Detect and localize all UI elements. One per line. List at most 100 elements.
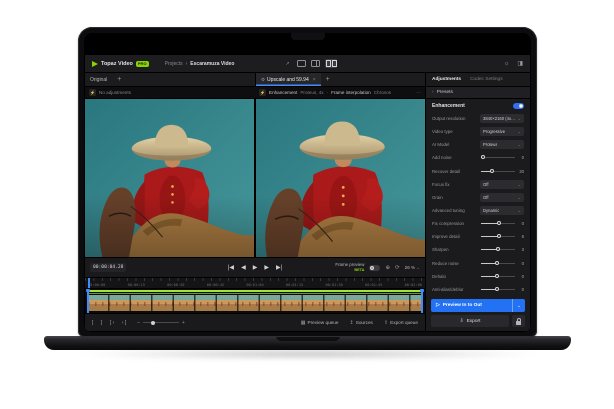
settings-icon[interactable]: ☼ [504, 61, 510, 67]
adjustment-slider[interactable] [481, 276, 515, 277]
panel-footer: ▷ Preview In to Out ⌄ ⇩ Export [426, 296, 530, 331]
zoom-slider-knob[interactable] [151, 321, 155, 325]
adjustment-slider[interactable] [481, 157, 515, 158]
preview-video-pane[interactable] [256, 99, 425, 257]
adjustment-slider[interactable] [481, 236, 515, 237]
adjustment-slider[interactable] [481, 289, 515, 290]
breadcrumb-root[interactable]: Projects [165, 61, 183, 67]
set-in-button[interactable]: [ [91, 320, 94, 326]
adjustment-slider[interactable] [481, 263, 515, 264]
enhancement-toggle[interactable] [513, 103, 524, 109]
presets-section[interactable]: › Presets [426, 87, 530, 99]
zoom-out-icon[interactable]: – [137, 320, 140, 326]
slider-knob[interactable] [490, 169, 494, 173]
loop-icon[interactable]: ⟳ [395, 265, 400, 271]
slider-knob[interactable] [497, 234, 501, 238]
adjustment-select[interactable]: Off ⌄ [480, 193, 524, 202]
slider-knob[interactable] [496, 247, 500, 251]
original-info: ⚡ No adjustments [85, 87, 255, 98]
breadcrumb-current: Escaramuza Video [190, 61, 234, 67]
export-button[interactable]: ⇩ Export [431, 315, 509, 327]
split-view-icon[interactable] [311, 60, 320, 67]
preview-queue-button[interactable]: ▦ Preview queue [301, 320, 339, 326]
next-frame-button[interactable]: ▶ [264, 264, 269, 271]
slider-knob[interactable] [495, 274, 499, 278]
close-tab-icon[interactable]: × [313, 77, 316, 83]
side-by-side-view-icon[interactable] [325, 59, 337, 68]
pan-icon[interactable]: ⊕ [385, 265, 390, 271]
zoom-in-icon[interactable]: + [182, 320, 185, 326]
enhancement-section-label: Enhancement [432, 103, 465, 109]
timeline-ruler[interactable]: 00:00:0000:00:1500:00:3000:00:4500:01:00… [85, 277, 425, 288]
adjustment-row: Video type Progressive ⌄ [432, 125, 524, 138]
in-point-pin[interactable] [87, 289, 89, 313]
play-button[interactable]: ▶ [253, 264, 258, 271]
adjustment-slider[interactable] [481, 223, 515, 224]
adjustment-select[interactable]: Dynamic ⌄ [480, 206, 524, 215]
adjustment-row: Dehalo ⌄ 0 [432, 270, 524, 283]
frame-preview-group: Frame preview BETA [335, 263, 364, 272]
frame-preview-toggle[interactable] [369, 265, 380, 271]
skip-to-in-button[interactable]: |◀ [228, 264, 234, 271]
play-icon: ▷ [436, 303, 440, 308]
slider-value: 0 [515, 274, 524, 279]
tab-codec-settings[interactable]: Codec Settings [470, 77, 503, 82]
out-point-pin[interactable] [421, 289, 423, 313]
adjustment-row: AI Model Proteus ⌄ [432, 138, 524, 151]
adjustment-select[interactable]: Progressive ⌄ [480, 127, 524, 136]
slider-value: 0 [515, 261, 524, 266]
laptop-screen: Topaz Video PRO Projects › Escaramuza Vi… [84, 33, 531, 332]
timeline-strip[interactable] [85, 288, 425, 313]
adjustment-row: Grain Off ⌄ [432, 191, 524, 204]
adjustments-bolt-icon[interactable]: ⚡ [89, 89, 96, 96]
tab-upscale[interactable]: ⚙ Upscale and 59.94 × [256, 73, 321, 86]
adjustment-select[interactable]: Off ⌄ [480, 180, 524, 189]
laptop-shadow [70, 349, 546, 359]
adjustment-label: Improve detail [432, 234, 481, 239]
adjustment-select[interactable]: 3840×2160 (4x… ⌄ [480, 114, 524, 123]
timeline-zoom-slider[interactable]: – + [137, 320, 185, 326]
lock-button[interactable] [512, 315, 525, 327]
slider-knob[interactable] [481, 155, 485, 159]
timecode-display: 00:00:04.28 [90, 263, 126, 272]
more-icon[interactable]: ⋯ [416, 90, 421, 96]
adjustments-bolt-icon[interactable]: ⚡ [259, 89, 266, 96]
original-video-pane[interactable] [85, 99, 254, 257]
sources-button[interactable]: ↥ Sources [350, 320, 373, 326]
pane-tabs-row: Original + ⚙ Upscale and 59.94 × [85, 73, 425, 87]
previous-frame-button[interactable]: ◀ [241, 264, 246, 271]
no-adjustments-label: No adjustments [99, 90, 131, 95]
add-tab-button[interactable]: + [112, 76, 126, 83]
preview-options-caret[interactable]: ⌄ [512, 299, 525, 312]
marker-button-group: [ ] [‹ ›] [91, 320, 127, 326]
breadcrumb: Projects › Escaramuza Video [165, 61, 235, 67]
single-view-icon[interactable] [297, 60, 306, 67]
adjustment-select[interactable]: Proteus ⌄ [480, 140, 524, 149]
ruler-tick-label: 00:01:45 [365, 283, 382, 287]
filmstrip-thumbnails[interactable] [88, 295, 422, 311]
panel-toggle-icon[interactable]: ◨ [517, 60, 523, 67]
preview-in-to-out-button[interactable]: ▷ Preview In to Out ⌄ [431, 299, 525, 312]
queue-button-group: ▦ Preview queue ↥ Sources ⇧ Export queue [301, 320, 418, 326]
set-out-button[interactable]: ] [100, 320, 103, 326]
share-icon[interactable]: ↗ [283, 60, 292, 67]
slider-value: 3 [515, 247, 524, 252]
adjustment-label: Reduce noise [432, 261, 481, 266]
skip-to-out-button[interactable]: ▶| [276, 264, 282, 271]
adjustment-label: Grain [432, 195, 480, 200]
slider-knob[interactable] [497, 221, 501, 225]
viewer-zoom-select[interactable]: 26 % ⌄ [405, 265, 420, 271]
tab-original[interactable]: Original [85, 73, 112, 86]
goto-out-button[interactable]: ›] [121, 320, 127, 326]
export-queue-button[interactable]: ⇧ Export queue [384, 320, 418, 326]
goto-in-button[interactable]: [‹ [109, 320, 115, 326]
slider-knob[interactable] [495, 287, 499, 291]
playhead[interactable] [88, 278, 90, 288]
enhancement-label: Enhancement [269, 90, 297, 95]
adjustment-slider[interactable] [481, 249, 515, 250]
add-tab-button[interactable]: + [321, 76, 335, 83]
slider-knob[interactable] [495, 261, 499, 265]
tab-adjustments[interactable]: Adjustments [432, 77, 461, 82]
adjustment-slider[interactable] [481, 171, 515, 172]
adjustment-row: Sharpen ⌄ 3 [432, 243, 524, 256]
